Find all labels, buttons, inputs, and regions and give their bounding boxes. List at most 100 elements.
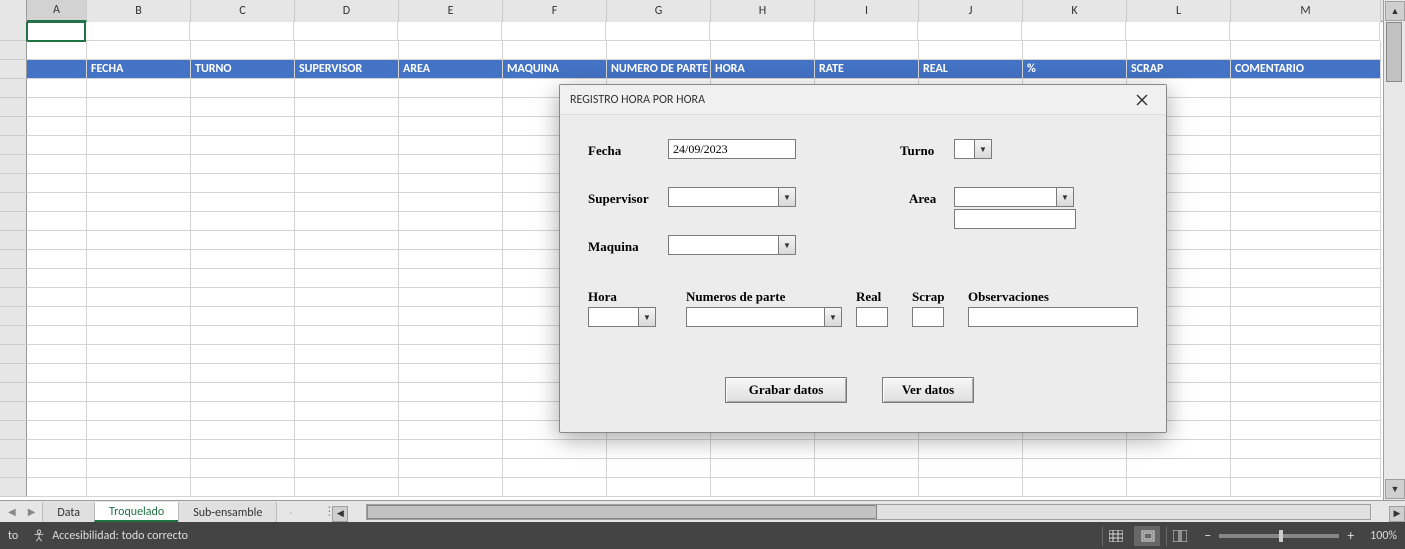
view-page-layout-button[interactable] [1134,526,1160,546]
column-header-F[interactable]: F [503,0,607,22]
scrap-input[interactable] [912,307,944,327]
cell[interactable] [87,288,191,307]
row-header[interactable] [0,459,27,478]
cell[interactable] [87,250,191,269]
row-header[interactable] [0,231,27,250]
cell[interactable] [27,174,87,193]
row-header[interactable] [0,174,27,193]
cell[interactable] [26,22,86,42]
cell[interactable] [295,231,399,250]
cell[interactable] [191,421,295,440]
row-header[interactable] [0,345,27,364]
cell[interactable] [814,22,918,41]
cell[interactable] [1022,22,1126,41]
dropdown-icon[interactable]: ▼ [778,235,796,255]
num-parte-input[interactable] [686,307,824,327]
cell[interactable] [399,79,503,98]
cell[interactable] [607,478,711,497]
cell[interactable] [1231,364,1381,383]
cell[interactable] [295,174,399,193]
cell[interactable] [607,440,711,459]
cell[interactable] [295,307,399,326]
cell[interactable] [1231,174,1381,193]
cell[interactable] [87,117,191,136]
cell[interactable] [191,459,295,478]
sheet-tab-data[interactable]: Data [42,502,95,522]
row-header[interactable] [0,402,27,421]
column-header-K[interactable]: K [1023,0,1127,22]
cell[interactable] [27,383,87,402]
cell[interactable]: SUPERVISOR [295,60,399,79]
cell[interactable] [606,22,710,41]
cell[interactable] [1231,269,1381,288]
row-header[interactable] [0,269,27,288]
cell[interactable] [1230,22,1380,41]
cell[interactable] [295,383,399,402]
cell[interactable] [815,459,919,478]
cell[interactable] [399,193,503,212]
cell[interactable] [1126,22,1230,41]
dialog-titlebar[interactable]: REGISTRO HORA POR HORA [560,85,1166,115]
area-input[interactable] [954,187,1056,207]
cell[interactable] [399,440,503,459]
row-header[interactable] [0,136,27,155]
cell[interactable] [295,98,399,117]
cell[interactable] [815,478,919,497]
cell[interactable] [27,193,87,212]
cell[interactable] [399,269,503,288]
cell[interactable] [87,79,191,98]
cell[interactable] [191,79,295,98]
ver-datos-button[interactable]: Ver datos [882,377,974,403]
row-header[interactable] [0,79,27,98]
cell[interactable] [1231,250,1381,269]
cell[interactable] [1023,459,1127,478]
zoom-out-button[interactable]: − [1204,527,1211,544]
cell[interactable] [295,345,399,364]
dropdown-icon[interactable]: ▼ [778,187,796,207]
cell[interactable] [27,440,87,459]
dialog-close-button[interactable] [1128,89,1156,111]
cell[interactable] [87,459,191,478]
cell[interactable] [1231,421,1381,440]
cell[interactable] [1023,440,1127,459]
cell[interactable] [191,98,295,117]
cell[interactable] [191,383,295,402]
fecha-input[interactable] [668,139,796,159]
row-header[interactable] [0,117,27,136]
cell[interactable] [1231,307,1381,326]
column-header-A[interactable]: A [27,0,87,22]
sheet-tab-troquelado[interactable]: Troquelado [94,502,179,522]
cell[interactable] [27,288,87,307]
cell[interactable] [1231,440,1381,459]
cell[interactable] [1231,155,1381,174]
row-header[interactable] [0,421,27,440]
row-header[interactable] [0,193,27,212]
cell[interactable] [87,41,191,60]
cell[interactable] [295,117,399,136]
cell[interactable] [399,288,503,307]
cell[interactable] [918,22,1022,41]
cell[interactable] [295,79,399,98]
cell[interactable]: COMENTARIO [1231,60,1381,79]
cell[interactable] [399,136,503,155]
cell[interactable] [87,421,191,440]
cell[interactable]: REAL [919,60,1023,79]
cell[interactable] [27,478,87,497]
cell[interactable] [87,364,191,383]
cell[interactable] [1023,41,1127,60]
cell[interactable] [919,440,1023,459]
grabar-datos-button[interactable]: Grabar datos [725,377,847,403]
cell[interactable] [295,364,399,383]
cell[interactable] [27,231,87,250]
cell[interactable] [711,41,815,60]
cell[interactable]: MAQUINA [503,60,607,79]
cell[interactable] [295,136,399,155]
cell[interactable] [27,60,87,79]
select-all-corner[interactable] [0,0,27,22]
cell[interactable] [399,345,503,364]
cell[interactable] [1231,326,1381,345]
cell[interactable] [1231,383,1381,402]
view-normal-button[interactable] [1102,526,1128,546]
cell[interactable] [295,193,399,212]
sheet-tab-sub-ensamble[interactable]: Sub-ensamble [178,502,277,522]
